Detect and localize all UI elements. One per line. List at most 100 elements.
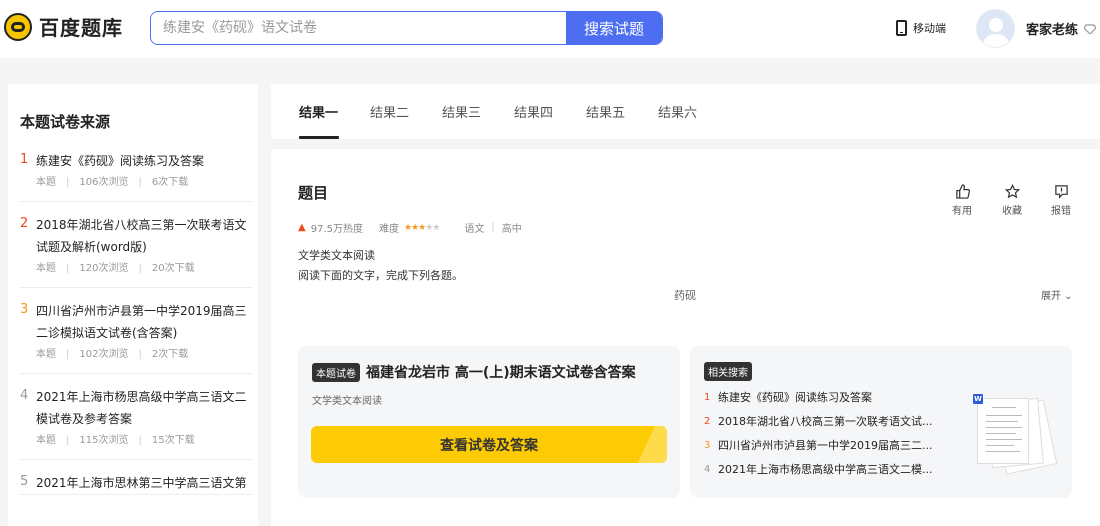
- tab-result-2[interactable]: 结果二: [370, 102, 409, 121]
- question-instruction: 阅读下面的文字，完成下列各题。: [298, 269, 463, 282]
- related-rank: 3: [704, 440, 711, 451]
- question-body: 文学类文本阅读 阅读下面的文字，完成下列各题。: [298, 246, 463, 286]
- result-tabs: 结果一 结果二 结果三 结果四 结果五 结果六: [271, 84, 1100, 139]
- source-type: 本题: [36, 435, 56, 446]
- related-list: 1 练建安《药砚》阅读练习及答案 2 2018年湖北省八校高三第一次联考语文试... 3…: [704, 386, 954, 482]
- source-downloads: 20次下载: [151, 263, 195, 274]
- divider: |: [491, 222, 495, 233]
- source-type: 本题: [36, 177, 56, 188]
- source-views: 115次浏览: [79, 435, 129, 446]
- source-item[interactable]: 1 练建安《药砚》阅读练习及答案本题 | 106次浏览 | 6次下载: [20, 150, 252, 202]
- top-header: 百度题库 搜索试题 移动端 客家老练: [0, 0, 1100, 58]
- related-item[interactable]: 3 四川省泸州市泸县第一中学2019届高三二...: [704, 434, 954, 458]
- source-title[interactable]: 2021年上海市思林第三中学高三语文第: [36, 472, 252, 494]
- source-downloads: 15次下载: [151, 435, 195, 446]
- related-rank: 2: [704, 416, 711, 427]
- source-item[interactable]: 5 2021年上海市思林第三中学高三语文第: [20, 472, 252, 495]
- paper-subtitle: 文学类文本阅读: [312, 396, 382, 407]
- thumbs-up-icon: [955, 184, 970, 199]
- user-menu[interactable]: 客家老练: [976, 9, 1097, 48]
- view-paper-button[interactable]: 查看试卷及答案: [311, 426, 667, 463]
- source-views: 106次浏览: [79, 177, 129, 188]
- mobile-link[interactable]: 移动端: [896, 20, 946, 36]
- active-tab-indicator: [299, 136, 339, 139]
- source-sidebar: 本题试卷来源 1 练建安《药砚》阅读练习及答案 本题 | 106次浏览 | 6次下载 2 201…: [8, 84, 258, 526]
- search-input[interactable]: [151, 12, 566, 44]
- related-rank: 1: [704, 392, 711, 403]
- favorite-button[interactable]: 收藏: [1002, 184, 1022, 217]
- source-downloads: 2次下载: [151, 349, 189, 360]
- related-text[interactable]: 2018年湖北省八校高三第一次联考语文试...: [718, 410, 950, 434]
- useful-button[interactable]: 有用: [952, 184, 972, 217]
- source-rank: 5: [20, 474, 29, 489]
- sidebar-title: 本题试卷来源: [20, 113, 111, 131]
- source-rank: 3: [20, 302, 29, 317]
- related-rank: 4: [704, 464, 711, 475]
- source-type: 本题: [36, 263, 56, 274]
- source-meta: 本题 | 120次浏览 | 20次下载: [36, 263, 195, 274]
- subject-label: 语文: [464, 224, 485, 235]
- related-item[interactable]: 1 练建安《药砚》阅读练习及答案: [704, 386, 954, 410]
- related-item[interactable]: 4 2021年上海市杨思高级中学高三语文二模...: [704, 458, 954, 482]
- report-icon: [1054, 185, 1068, 199]
- phone-icon: [896, 20, 907, 36]
- related-text[interactable]: 2021年上海市杨思高级中学高三语文二模...: [718, 458, 950, 482]
- logo[interactable]: 百度题库: [4, 12, 123, 41]
- source-rank: 1: [20, 152, 29, 167]
- document-preview-image: W: [973, 394, 1063, 484]
- paper-name[interactable]: 福建省龙岩市 高一(上)期末语文试卷含答案: [366, 362, 636, 382]
- source-rank: 4: [20, 388, 29, 403]
- button-decoration: [635, 426, 667, 463]
- report-button[interactable]: 报错: [1051, 184, 1071, 217]
- source-title[interactable]: 2021年上海市杨思高级中学高三语文二模试卷及参考答案: [36, 386, 252, 430]
- grade-label: 高中: [501, 224, 522, 235]
- question-section: 文学类文本阅读: [298, 249, 375, 262]
- difficulty-star-icon: ★: [403, 222, 412, 233]
- word-icon: W: [973, 394, 983, 404]
- tab-result-5[interactable]: 结果五: [586, 102, 625, 121]
- difficulty-star-icon: ★: [432, 222, 440, 233]
- related-badge: 相关搜索: [704, 362, 752, 381]
- source-item[interactable]: 3 四川省泸州市泸县第一中学2019届高三二诊模拟语文试卷(含答案) 本题 | 102次…: [20, 300, 252, 374]
- source-title[interactable]: 四川省泸州市泸县第一中学2019届高三二诊模拟语文试卷(含答案): [36, 300, 252, 344]
- source-item[interactable]: 2 2018年湖北省八校高三第一次联考语文试题及解析(word版) 本题 | 120次浏…: [20, 214, 252, 288]
- favorite-label: 收藏: [1002, 206, 1022, 217]
- expand-button[interactable]: 展开 ⌄: [1041, 287, 1073, 302]
- source-downloads: 6次下载: [151, 177, 189, 188]
- fire-icon: ▲: [298, 222, 306, 233]
- related-text[interactable]: 四川省泸州市泸县第一中学2019届高三二...: [718, 434, 950, 458]
- search-button[interactable]: 搜索试题: [566, 12, 662, 44]
- source-item[interactable]: 4 2021年上海市杨思高级中学高三语文二模试卷及参考答案本题 | 115次浏览 | 15…: [20, 386, 252, 460]
- source-views: 102次浏览: [79, 349, 129, 360]
- source-title[interactable]: 练建安《药砚》阅读练习及答案: [36, 150, 252, 172]
- report-label: 报错: [1051, 206, 1071, 217]
- tab-result-3[interactable]: 结果三: [442, 102, 481, 121]
- tab-result-1[interactable]: 结果一: [299, 102, 338, 121]
- question-panel: 题目 有用 收藏 报错 ▲ 97.5万热度 难度 ★★★★★ 语文 | 高中 文…: [271, 149, 1100, 526]
- logo-text: 百度题库: [39, 16, 123, 40]
- source-meta: 本题 | 102次浏览 | 2次下载: [36, 349, 189, 360]
- tab-result-4[interactable]: 结果四: [514, 102, 553, 121]
- source-list: 1 练建安《药砚》阅读练习及答案 本题 | 106次浏览 | 6次下载 2 2018年湖北省八校…: [20, 150, 252, 507]
- logo-icon: [4, 12, 32, 41]
- mobile-label: 移动端: [913, 22, 946, 35]
- difficulty-label: 难度: [378, 224, 399, 235]
- avatar[interactable]: [976, 9, 1015, 48]
- related-text[interactable]: 练建安《药砚》阅读练习及答案: [718, 386, 950, 410]
- tab-result-6[interactable]: 结果六: [658, 102, 697, 121]
- paper-badge: 本题试卷: [312, 362, 360, 382]
- source-views: 120次浏览: [79, 263, 129, 274]
- search-bar: 搜索试题: [150, 11, 663, 45]
- view-paper-label: 查看试卷及答案: [440, 437, 538, 454]
- question-title: 题目: [298, 184, 329, 202]
- user-name[interactable]: 客家老练: [1026, 19, 1078, 38]
- paper-card: 本题试卷 福建省龙岩市 高一(上)期末语文试卷含答案 文学类文本阅读 查看试卷及…: [298, 346, 680, 498]
- paper-header: 本题试卷 福建省龙岩市 高一(上)期末语文试卷含答案: [312, 362, 636, 382]
- doc-page: [977, 398, 1029, 464]
- source-title[interactable]: 2018年湖北省八校高三第一次联考语文试题及解析(word版): [36, 214, 252, 258]
- passage-title: 药砚: [674, 289, 696, 302]
- source-meta: 本题 | 115次浏览 | 15次下载: [36, 435, 195, 446]
- expand-label: 展开: [1041, 291, 1061, 302]
- source-meta: 本题 | 106次浏览 | 6次下载: [36, 177, 189, 188]
- related-item[interactable]: 2 2018年湖北省八校高三第一次联考语文试...: [704, 410, 954, 434]
